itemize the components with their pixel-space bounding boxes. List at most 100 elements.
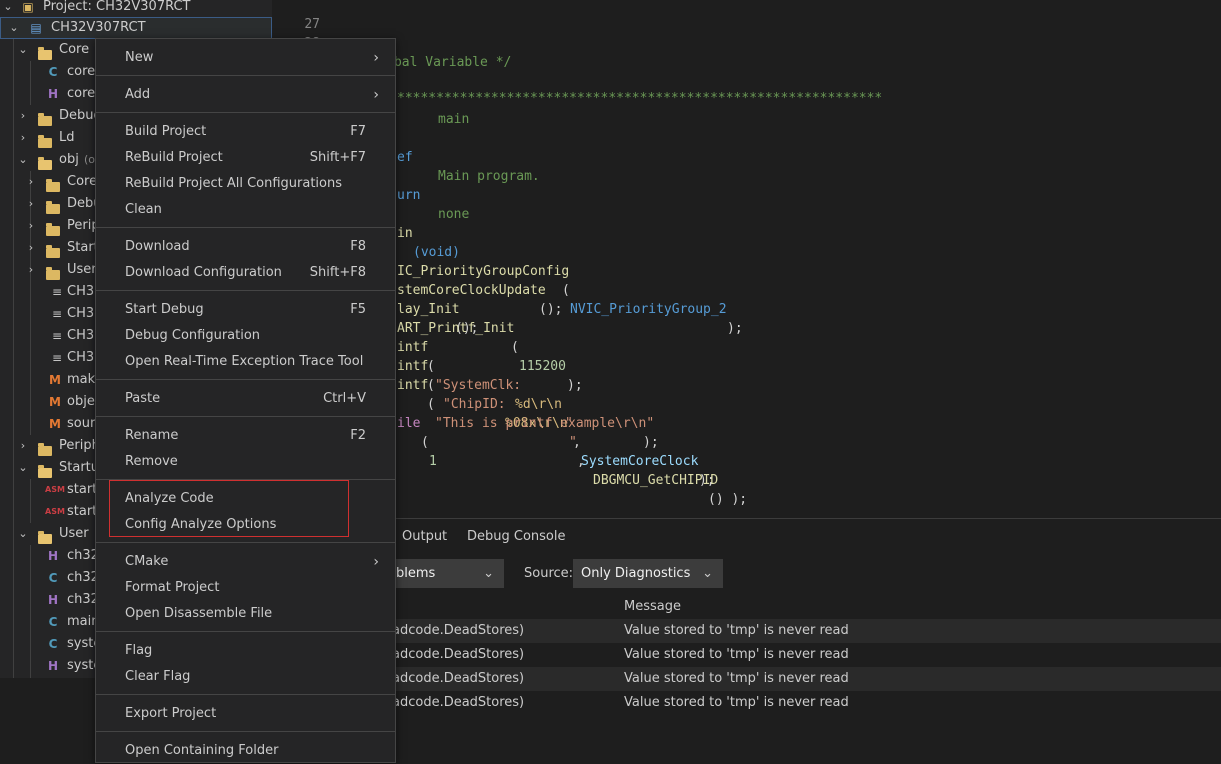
chevron-right-icon[interactable]: › [23,171,39,193]
tab-debug-console[interactable]: Debug Console [467,529,566,544]
code-line: 27 [272,0,1221,32]
c-file-icon: C [48,637,58,651]
chevron-right-icon[interactable]: › [23,193,39,215]
menu-item-label: Clear Flag [125,669,191,684]
problem-row[interactable]: eadcode.DeadStores) Value stored to 'tmp… [272,643,1221,667]
tree-item-label: User [59,526,89,541]
code-string: "SystemClk: [435,378,522,393]
menu-item-download-configuration[interactable]: Download Configuration Shift+F8 [96,260,395,286]
folder-open-icon [37,523,53,545]
chevron-down-icon[interactable]: ⌄ [6,17,22,39]
problem-row[interactable]: eadcode.DeadStores) Value stored to 'tmp… [272,619,1221,643]
code-editor[interactable]: 27 28 /* Global Variable */ ************… [272,0,1221,518]
tab-output[interactable]: Output [402,529,447,544]
menu-item-trace-tool[interactable]: Open Real-Time Exception Trace Tool [96,349,395,375]
menu-item-label: Flag [125,643,153,658]
chevron-right-icon[interactable]: › [23,237,39,259]
menu-item-shortcut: Shift+F8 [309,265,366,280]
menu-separator [96,112,395,113]
code-function: in [397,226,413,241]
tree-item-label: Periph [59,438,100,453]
code-function: ART_Printf_Init [397,321,515,336]
tree-item-label: User [67,262,97,277]
menu-item-label: Debug Configuration [125,328,261,343]
tree-item-label: Startu [59,460,99,475]
menu-item-build-project[interactable]: Build Project F7 [96,119,395,145]
message-column-header: Message [624,599,681,614]
chevron-down-icon: ⌄ [483,566,494,581]
chevron-right-icon[interactable]: › [23,215,39,237]
chevron-right-icon[interactable]: › [15,435,31,457]
tree-item-label: obj [59,152,79,167]
menu-separator [96,694,395,695]
menu-item-shortcut: F8 [350,239,366,254]
chevron-right-icon: › [373,87,379,103]
menu-item-label: Remove [125,454,178,469]
menu-item-remove[interactable]: Remove [96,449,395,475]
menu-item-export-project[interactable]: Export Project [96,701,395,727]
text-file-icon: ≡ [51,285,63,299]
menu-item-debug-configuration[interactable]: Debug Configuration [96,323,395,349]
menu-item-label: Rename [125,428,179,443]
menu-item-open-disassemble[interactable]: Open Disassemble File [96,601,395,627]
menu-separator [96,542,395,543]
menu-item-label: Clean [125,202,162,217]
h-file-icon: H [47,659,59,673]
menu-item-label: Start Debug [125,302,204,317]
source-select[interactable]: Only Diagnostics ⌄ [573,559,723,588]
code-number: 1 [429,454,437,469]
menu-item-rebuild-project[interactable]: ReBuild Project Shift+F7 [96,145,395,171]
tree-item-label: Core [67,174,98,189]
menu-separator [96,290,395,291]
c-file-icon: C [48,65,58,79]
chevron-down-icon[interactable]: ⌄ [15,149,31,171]
chevron-right-icon[interactable]: › [15,127,31,149]
menu-item-cmake[interactable]: CMake › [96,549,395,575]
problems-filter-select[interactable]: oblems ⌄ [380,559,504,588]
code-constant: NVIC_PriorityGroup_2 [570,302,727,317]
chevron-right-icon: › [373,50,379,66]
menu-separator [96,631,395,632]
menu-item-rename[interactable]: Rename F2 [96,423,395,449]
problem-code: eadcode.DeadStores) [384,695,525,710]
folder-icon [37,127,53,149]
menu-item-download[interactable]: Download F8 [96,234,395,260]
source-select-value: Only Diagnostics [581,566,691,581]
folder-icon [45,193,61,215]
code-function: DBGMCU_GetCHIPID [593,473,719,488]
menu-item-paste[interactable]: Paste Ctrl+V [96,386,395,412]
menu-item-start-debug[interactable]: Start Debug F5 [96,297,395,323]
folder-open-icon [37,149,53,171]
project-row[interactable]: ⌄ ▣ Project: CH32V307RCT [0,0,272,18]
menu-item-open-containing-folder[interactable]: Open Containing Folder [96,738,395,764]
menu-item-label: Build Project [125,124,207,139]
makefile-icon: M [49,417,61,431]
menu-item-add[interactable]: Add › [96,82,395,108]
source-label: Source: [524,566,574,581]
folder-icon [45,259,61,281]
menu-separator [96,731,395,732]
code-function: stemCoreClockUpdate [397,283,546,298]
chevron-down-icon[interactable]: ⌄ [0,0,16,18]
menu-item-label: ReBuild Project [125,150,223,165]
problem-row[interactable]: eadcode.DeadStores) Value stored to 'tmp… [272,667,1221,691]
menu-item-label: Open Disassemble File [125,606,273,621]
chevron-right-icon[interactable]: › [23,259,39,281]
menu-item-new[interactable]: New › [96,45,395,71]
menu-item-rebuild-all[interactable]: ReBuild Project All Configurations [96,171,395,197]
menu-item-flag[interactable]: Flag [96,638,395,664]
code-keyword: (void) [413,245,460,260]
problem-row[interactable]: eadcode.DeadStores) Value stored to 'tmp… [272,691,1221,715]
menu-item-label: Download [125,239,190,254]
chevron-down-icon[interactable]: ⌄ [15,523,31,545]
asm-file-icon: ASM [45,485,65,494]
chevron-down-icon[interactable]: ⌄ [15,39,31,61]
menu-item-clear-flag[interactable]: Clear Flag [96,664,395,690]
menu-item-format-project[interactable]: Format Project [96,575,395,601]
chevron-right-icon[interactable]: › [15,105,31,127]
chevron-down-icon[interactable]: ⌄ [15,457,31,479]
tree-root-project[interactable]: ⌄ ▤ CH32V307RCT [0,17,272,39]
code-doc-tag: ef [397,150,413,165]
menu-item-clean[interactable]: Clean [96,197,395,223]
menu-item-label: Add [125,87,151,102]
